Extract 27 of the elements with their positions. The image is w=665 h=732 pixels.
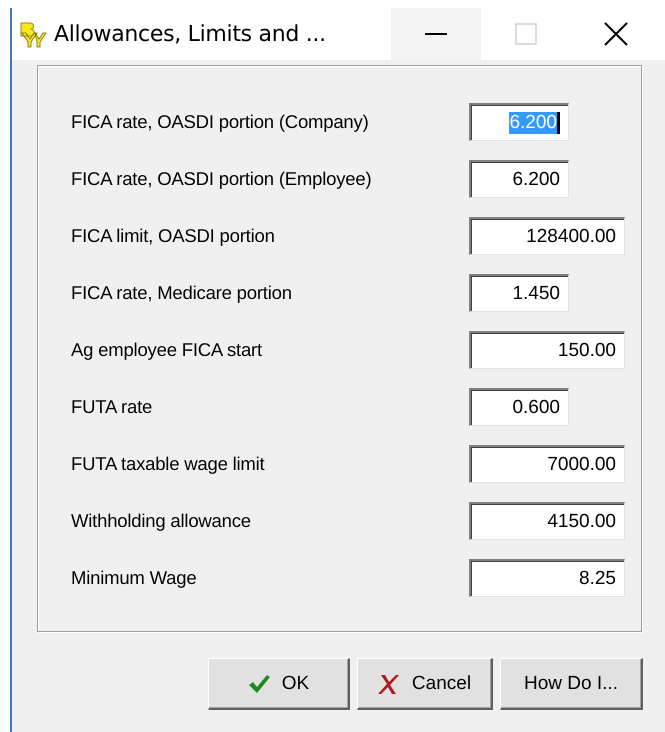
field-label: FUTA taxable wage limit [71,453,266,475]
input-field[interactable]: 8.25 [469,559,625,597]
minimize-button[interactable] [391,8,481,60]
minimize-icon [425,32,447,36]
help-button[interactable]: How Do I... [500,658,643,710]
ok-button[interactable]: OK [208,658,350,710]
input-field[interactable]: 128400.00 [469,217,625,255]
check-icon [248,674,270,694]
field-label: FICA limit, OASDI portion [71,225,276,247]
field-label: FICA rate, OASDI portion (Employee) [71,168,372,190]
input-field[interactable]: 0.600 [469,388,569,426]
x-icon [378,672,400,694]
input-field[interactable]: 150.00 [469,331,625,369]
window-title: Allowances, Limits and ... [54,22,327,46]
field-label: FICA rate, OASDI portion (Company) [71,111,370,133]
cancel-button[interactable]: Cancel [357,658,493,710]
field-label: FICA rate, Medicare portion [71,282,293,304]
field-label: Ag employee FICA start [71,339,263,361]
maximize-icon [515,23,537,45]
input-field[interactable]: 4150.00 [469,502,625,540]
input-field[interactable]: 1.450 [469,274,569,312]
input-field[interactable]: 7000.00 [469,445,625,483]
field-label: Minimum Wage [71,567,198,589]
field-label: Withholding allowance [71,510,252,532]
input-field[interactable]: 6.200 [469,160,569,198]
close-icon [604,22,628,46]
field-label: FUTA rate [71,396,154,418]
